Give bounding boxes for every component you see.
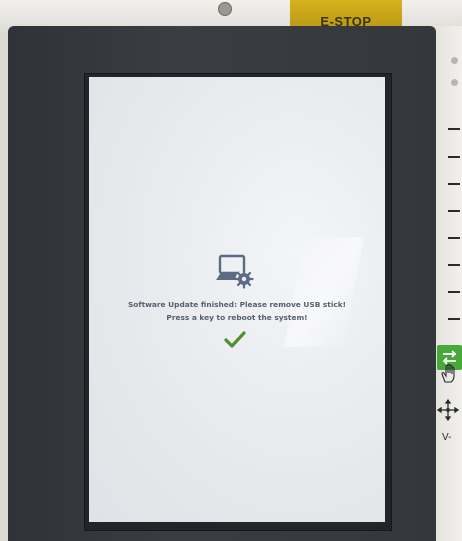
checkmark-icon — [224, 331, 246, 348]
jog-arrows-icon[interactable] — [436, 398, 460, 422]
panel-tick-mark — [448, 264, 460, 266]
laptop-gear-icon — [216, 254, 254, 289]
status-led — [451, 79, 458, 86]
screen-glare — [284, 237, 364, 347]
panel-tick-mark — [448, 183, 460, 185]
status-led — [451, 57, 458, 64]
update-status-message: Software Update finished: Please remove … — [127, 300, 347, 309]
screw-icon — [218, 2, 232, 16]
hand-icon[interactable] — [438, 362, 460, 384]
panel-tick-mark — [448, 291, 460, 293]
panel-tick-mark — [448, 128, 460, 130]
panel-tick-mark — [448, 237, 460, 239]
panel-tick-mark — [448, 210, 460, 212]
reboot-instruction: Press a key to reboot the system! — [166, 313, 308, 322]
panel-tick-mark — [448, 318, 460, 320]
velocity-minus-key[interactable]: V- — [442, 432, 451, 443]
display-screen[interactable]: Software Update finished: Please remove … — [89, 77, 385, 522]
panel-tick-mark — [448, 156, 460, 158]
side-key-panel — [436, 26, 462, 541]
